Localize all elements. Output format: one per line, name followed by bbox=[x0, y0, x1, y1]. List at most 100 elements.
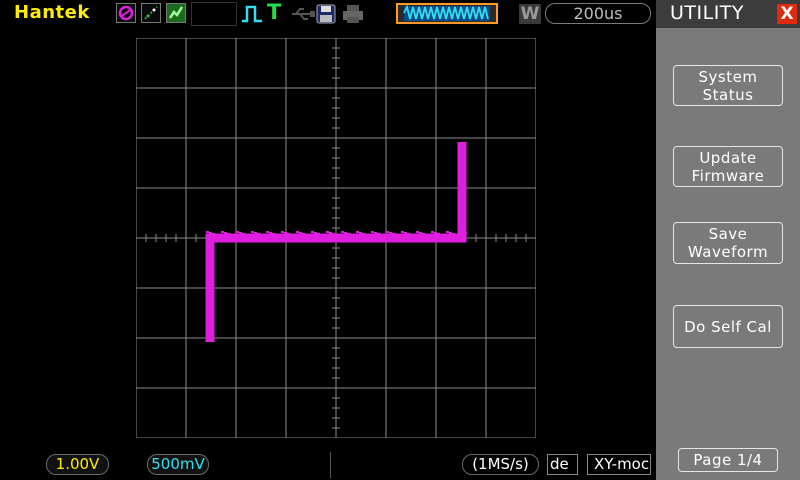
trace-noise bbox=[314, 232, 317, 234]
trace-noise bbox=[278, 235, 281, 237]
trace-noise bbox=[425, 234, 428, 236]
trace-noise bbox=[416, 231, 419, 233]
display-mode[interactable]: XY-moc bbox=[587, 454, 651, 475]
trace-noise bbox=[434, 232, 437, 234]
trace-noise bbox=[254, 232, 257, 234]
trace-noise bbox=[461, 231, 464, 233]
trace-noise bbox=[293, 235, 296, 237]
trace-noise bbox=[323, 235, 326, 237]
panel-title: UTILITY bbox=[670, 2, 745, 24]
trace-noise bbox=[437, 233, 440, 235]
do-self-cal-button[interactable]: Do Self Cal bbox=[673, 305, 783, 348]
waveform-memory-indicator[interactable] bbox=[396, 3, 498, 24]
trace-noise bbox=[392, 233, 395, 235]
trace-noise bbox=[332, 233, 335, 235]
trace-noise bbox=[431, 231, 434, 233]
trace-noise bbox=[302, 233, 305, 235]
page-indicator-button[interactable]: Page 1/4 bbox=[678, 448, 778, 472]
trace-noise bbox=[308, 235, 311, 237]
trace-noise bbox=[230, 234, 233, 236]
trace-noise bbox=[398, 235, 401, 237]
trace-noise bbox=[248, 235, 251, 237]
trace-noise bbox=[281, 231, 284, 233]
trace-noise bbox=[227, 233, 230, 235]
window-indicator: W bbox=[519, 4, 541, 24]
trace-noise bbox=[206, 231, 209, 233]
trace-noise bbox=[395, 234, 398, 236]
trace-noise bbox=[224, 232, 227, 234]
trigger-status-icon: T bbox=[267, 0, 282, 24]
trace-noise bbox=[428, 235, 431, 237]
trace-noise bbox=[410, 234, 413, 236]
blank-icon-slot bbox=[191, 2, 237, 26]
trace-noise bbox=[404, 232, 407, 234]
trace-noise bbox=[449, 232, 452, 234]
trace-noise bbox=[335, 234, 338, 236]
trace-noise bbox=[341, 231, 344, 233]
trace-noise bbox=[251, 231, 254, 233]
trace-noise bbox=[326, 231, 329, 233]
update-firmware-button[interactable]: Update Firmware bbox=[673, 146, 783, 187]
scope-display bbox=[136, 38, 536, 438]
trace-noise bbox=[257, 233, 260, 235]
ch1-scale[interactable]: 1.00V bbox=[46, 454, 109, 475]
trace-noise bbox=[317, 233, 320, 235]
trace-noise bbox=[353, 235, 356, 237]
trace-noise bbox=[245, 234, 248, 236]
trace-noise bbox=[212, 233, 215, 235]
trace-noise bbox=[389, 232, 392, 234]
trace-noise bbox=[383, 235, 386, 237]
trace-noise bbox=[377, 233, 380, 235]
trace-noise bbox=[380, 234, 383, 236]
ch1-label[interactable]: CH1 bbox=[15, 455, 46, 473]
trace-noise bbox=[368, 235, 371, 237]
trace-noise bbox=[407, 233, 410, 235]
trace-noise bbox=[347, 233, 350, 235]
close-icon[interactable]: X bbox=[777, 4, 797, 24]
trace-noise bbox=[311, 231, 314, 233]
trace-noise bbox=[275, 234, 278, 236]
trace-noise bbox=[413, 235, 416, 237]
acquire-mode[interactable]: de bbox=[547, 454, 578, 475]
divider bbox=[330, 452, 331, 478]
printer-icon[interactable] bbox=[341, 3, 365, 29]
system-status-button[interactable]: System Status bbox=[673, 65, 783, 106]
trace-noise bbox=[458, 235, 461, 237]
trace-noise bbox=[455, 234, 458, 236]
trace-noise bbox=[422, 233, 425, 235]
trace-noise bbox=[209, 232, 212, 234]
trace-noise bbox=[221, 231, 224, 233]
persistence-icon[interactable] bbox=[166, 3, 186, 23]
trace-noise bbox=[287, 233, 290, 235]
timebase-readout[interactable]: 200us bbox=[545, 3, 651, 24]
trace-noise bbox=[239, 232, 242, 234]
trace-noise bbox=[443, 235, 446, 237]
trace-noise bbox=[464, 232, 467, 234]
trace-noise bbox=[272, 233, 275, 235]
trace-noise bbox=[290, 234, 293, 236]
trace-noise bbox=[359, 232, 362, 234]
trace-noise bbox=[260, 234, 263, 236]
trace-noise bbox=[218, 235, 221, 237]
usb-icon bbox=[290, 6, 316, 26]
trace-noise bbox=[266, 231, 269, 233]
trace-noise bbox=[386, 231, 389, 233]
trace-noise bbox=[299, 232, 302, 234]
trace-noise bbox=[356, 231, 359, 233]
trace-noise bbox=[269, 232, 272, 234]
ch2-scale[interactable]: 500mV bbox=[147, 454, 209, 475]
trace-noise bbox=[242, 233, 245, 235]
trace-noise bbox=[263, 235, 266, 237]
trace-noise bbox=[362, 233, 365, 235]
save-disk-icon[interactable] bbox=[315, 3, 337, 29]
trace-noise bbox=[344, 232, 347, 234]
trace-noise bbox=[401, 231, 404, 233]
trace-noise bbox=[329, 232, 332, 234]
trace-noise bbox=[452, 233, 455, 235]
ch2-label[interactable]: CH2 bbox=[116, 455, 147, 473]
trigger-edge-icon[interactable] bbox=[240, 4, 264, 28]
channel-math-icon[interactable] bbox=[116, 3, 136, 23]
save-waveform-button[interactable]: Save Waveform bbox=[673, 222, 783, 264]
trace-noise bbox=[374, 232, 377, 234]
xy-mode-icon[interactable] bbox=[141, 3, 161, 23]
